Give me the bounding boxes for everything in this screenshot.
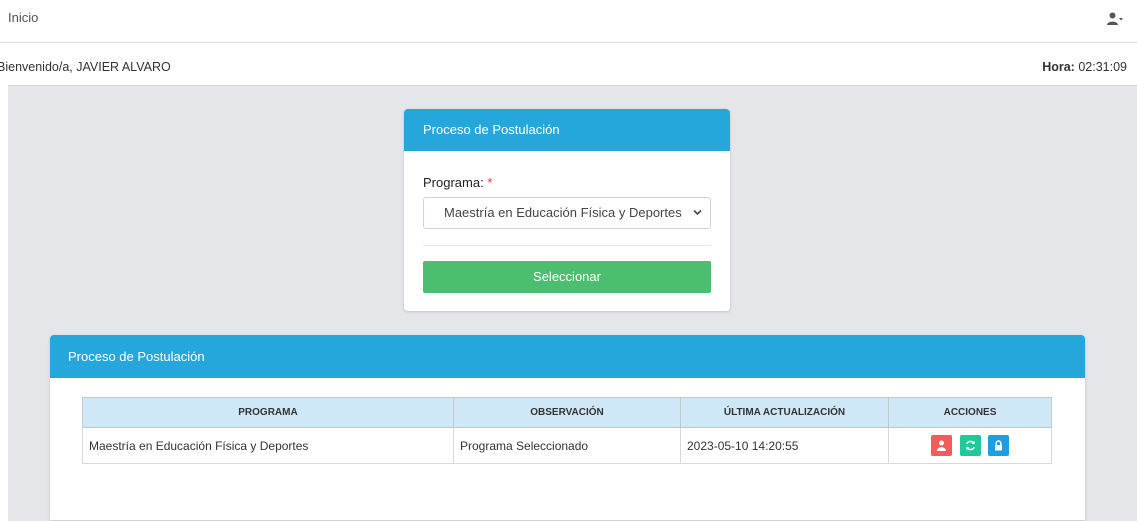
refresh-action-button[interactable] <box>959 435 981 456</box>
clock: Hora: 02:31:09 <box>1042 60 1127 74</box>
cell-acciones <box>888 427 1052 464</box>
selector-card-title: Proceso de Postulación <box>404 109 730 151</box>
column-header-observacion: OBSERVACIÓN <box>453 397 681 428</box>
user-icon <box>937 440 947 451</box>
user-dropdown-icon[interactable] <box>1107 12 1123 26</box>
process-card: Proceso de Postulación PROGRAMA OBSERVAC… <box>50 335 1085 520</box>
program-selector-card: Proceso de Postulación Programa: * Maest… <box>404 109 730 311</box>
welcome-bar: Bienvenido/a, JAVIER ALVARO Hora: 02:31:… <box>0 43 1137 85</box>
profile-action-button[interactable] <box>931 435 953 456</box>
lock-icon <box>994 440 1002 451</box>
cell-ultima-actualizacion: 2023-05-10 14:20:55 <box>680 427 889 464</box>
divider <box>423 245 711 246</box>
select-button[interactable]: Seleccionar <box>423 261 711 293</box>
process-card-title: Proceso de Postulación <box>50 335 1085 378</box>
process-table: PROGRAMA OBSERVACIÓN ÚLTIMA ACTUALIZACIÓ… <box>82 397 1052 464</box>
program-label-text: Programa: <box>423 175 484 190</box>
top-navbar: Inicio <box>0 0 1137 43</box>
required-mark: * <box>487 175 493 190</box>
program-select-value: Maestría en Educación Física y Deportes <box>444 205 682 220</box>
welcome-message: Bienvenido/a, JAVIER ALVARO <box>0 60 171 74</box>
column-header-ultima-actualizacion: ÚLTIMA ACTUALIZACIÓN <box>680 397 889 428</box>
column-header-acciones: ACCIONES <box>888 397 1052 428</box>
cell-observacion: Programa Seleccionado <box>453 427 681 464</box>
table-row: Maestría en Educación Física y Deportes … <box>82 427 1052 464</box>
home-link[interactable]: Inicio <box>8 10 38 25</box>
lock-action-button[interactable] <box>987 435 1009 456</box>
column-header-programa: PROGRAMA <box>82 397 454 428</box>
program-select[interactable]: Maestría en Educación Física y Deportes <box>423 197 711 229</box>
time-label: Hora: <box>1042 60 1075 74</box>
cell-programa: Maestría en Educación Física y Deportes <box>82 427 454 464</box>
time-value: 02:31:09 <box>1078 60 1127 74</box>
table-header-row: PROGRAMA OBSERVACIÓN ÚLTIMA ACTUALIZACIÓ… <box>82 397 1052 428</box>
chevron-down-icon <box>693 209 702 216</box>
refresh-icon <box>965 440 975 451</box>
program-label: Programa: * <box>423 175 492 190</box>
